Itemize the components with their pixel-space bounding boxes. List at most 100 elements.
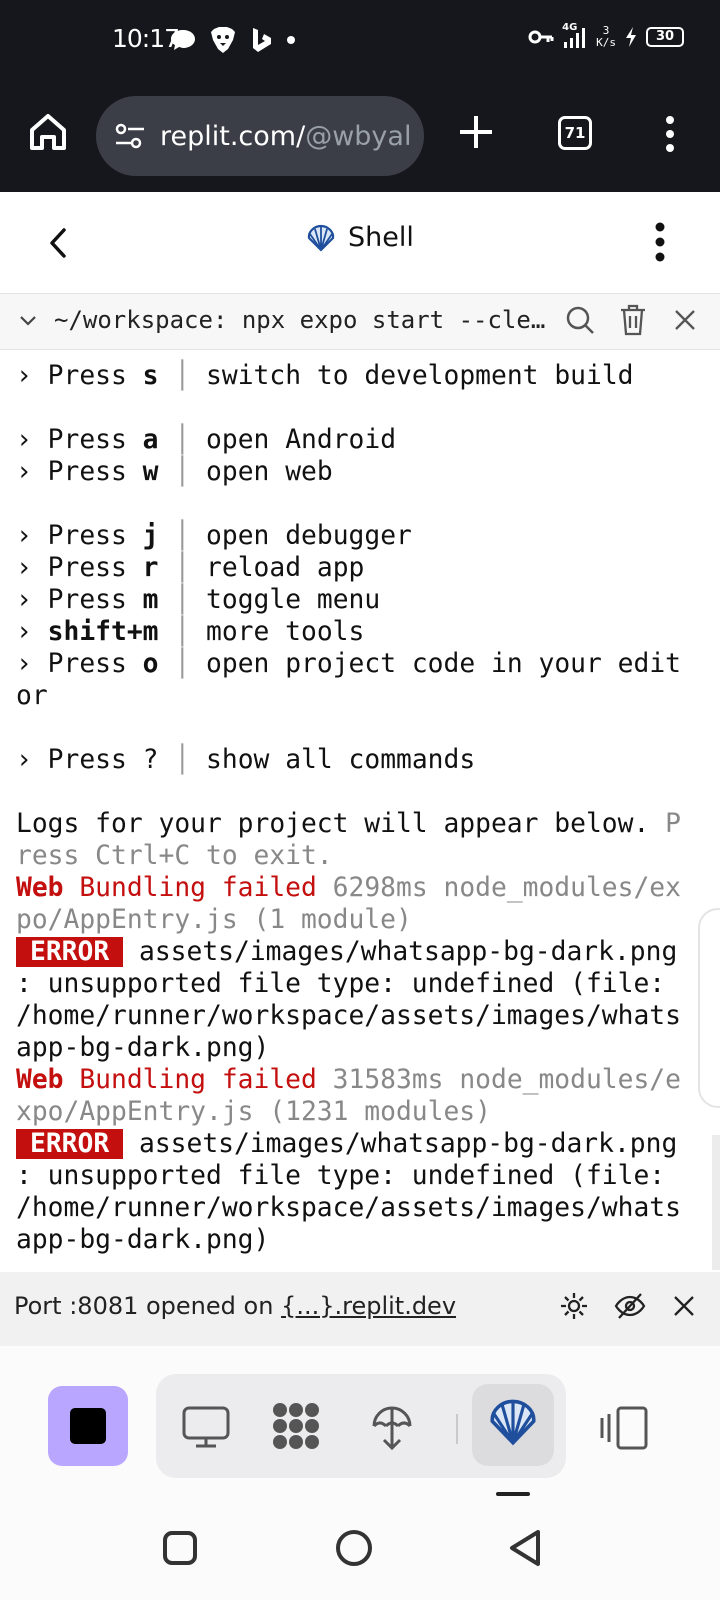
command-actions (564, 302, 700, 338)
url-path: @wbyal (305, 120, 412, 152)
bundle-status: Bundling failed (63, 873, 317, 903)
tab-switcher-button[interactable]: 71 (558, 116, 592, 150)
press-word: Press (47, 553, 143, 583)
key-hint: r (142, 553, 159, 583)
log-text: Logs for your project will appear below. (16, 809, 666, 839)
terminal-line: › Press j │ open debugger (0, 520, 720, 552)
prompt-marker: › (16, 649, 48, 679)
port-link[interactable]: {...}.replit.dev (281, 1292, 456, 1320)
status-system-icons: 4G 3 K/s 30 (528, 22, 684, 50)
gear-icon[interactable] (558, 1290, 590, 1322)
eye-off-icon[interactable] (614, 1290, 646, 1322)
separator: │ (174, 521, 191, 551)
status-notification-icons (170, 26, 296, 54)
bundle-details: 31583ms node_modules/e (316, 1065, 681, 1095)
key-hint: a (142, 425, 159, 455)
battery-icon: 30 (646, 27, 684, 47)
terminal-line: › shift+m │ more tools (0, 616, 720, 648)
terminal-line: › Press ? │ show all commands (0, 744, 720, 776)
command-description: show all commands (190, 745, 476, 775)
terminal-line: ERROR assets/images/whatsapp-bg-dark.png (0, 936, 720, 968)
charging-icon (626, 27, 636, 47)
battery-level: 30 (655, 29, 675, 44)
log-text: or (16, 681, 48, 711)
key-icon (528, 30, 554, 44)
platform-label: Web (16, 1065, 64, 1095)
bing-icon (253, 28, 271, 52)
shell-tab-active[interactable] (472, 1384, 554, 1466)
log-text: app-bg-dark.png) (16, 1033, 270, 1063)
dot-icon (287, 36, 295, 44)
net-speed: 3 K/s (596, 24, 616, 49)
command-description: open project code in your edit (190, 649, 681, 679)
terminal-line: ress Ctrl+C to exit. (0, 840, 720, 872)
terminal-line: Web Bundling failed 31583ms node_modules… (0, 1064, 720, 1096)
tab-count: 71 (564, 124, 586, 142)
recents-icon[interactable] (160, 1528, 200, 1568)
close-icon[interactable] (670, 302, 700, 338)
key-hint: o (142, 649, 159, 679)
chat-bubble-icon (171, 30, 195, 50)
panels-icon[interactable] (600, 1404, 654, 1452)
url-text: replit.com/@wbyal (160, 121, 411, 152)
apps-grid-icon[interactable] (266, 1396, 326, 1456)
separator: │ (174, 745, 191, 775)
terminal-output[interactable]: › Press s │ switch to development build ›… (0, 350, 720, 1272)
terminal-line: app-bg-dark.png) (0, 1224, 720, 1256)
command-description: switch to development build (190, 361, 634, 391)
workspace-dock (0, 1346, 720, 1496)
command-description: open web (190, 457, 333, 487)
close-icon[interactable] (670, 1292, 698, 1320)
site-settings-icon[interactable] (114, 122, 146, 150)
press-word: Press (47, 745, 143, 775)
deploy-icon[interactable] (362, 1396, 422, 1456)
home-circle-icon[interactable] (334, 1528, 374, 1568)
browser-toolbar: replit.com/@wbyal 71 (0, 80, 720, 192)
separator: │ (174, 553, 191, 583)
terminal-line: : unsupported file type: undefined (file… (0, 1160, 720, 1192)
prompt-marker: › (16, 425, 48, 455)
terminal-line: /home/runner/workspace/assets/images/wha… (0, 1192, 720, 1224)
key-hint: m (142, 585, 159, 615)
tool-group (156, 1374, 566, 1478)
terminal-line: app-bg-dark.png) (0, 1032, 720, 1064)
error-badge: ERROR (16, 1129, 124, 1159)
error-message: assets/images/whatsapp-bg-dark.png (123, 937, 678, 967)
browser-menu-icon[interactable] (660, 114, 680, 154)
scrollbar-track[interactable] (712, 1135, 720, 1270)
terminal-line: xpo/AppEntry.js (1231 modules) (0, 1096, 720, 1128)
search-icon[interactable] (564, 302, 596, 338)
shell-icon (307, 224, 335, 252)
back-triangle-icon[interactable] (506, 1528, 546, 1568)
bundle-status: Bundling failed (63, 1065, 317, 1095)
command-text: ~/workspace: npx expo start --cle… (54, 306, 546, 334)
chevron-down-icon[interactable] (18, 310, 38, 330)
command-description: toggle menu (190, 585, 381, 615)
scroll-handle[interactable] (698, 908, 720, 1108)
more-options-icon[interactable] (650, 220, 670, 264)
prompt-marker: › (16, 553, 48, 583)
log-text-dim: xpo/AppEntry.js (1231 modules) (16, 1097, 491, 1127)
stop-button[interactable] (48, 1386, 128, 1466)
dock-divider (456, 1414, 458, 1444)
system-nav-bar (0, 1496, 720, 1600)
log-text-dim: po/AppEntry.js (1 module) (16, 905, 412, 935)
trash-icon[interactable] (618, 302, 648, 338)
webview-icon[interactable] (176, 1396, 236, 1456)
url-bar[interactable]: replit.com/@wbyal (96, 96, 424, 176)
key-hint: shift+m (47, 617, 159, 647)
terminal-line: › Press a │ open Android (0, 424, 720, 456)
terminal-line: or (0, 680, 720, 712)
new-tab-icon[interactable] (456, 112, 496, 152)
home-icon[interactable] (26, 110, 70, 154)
separator: │ (174, 617, 191, 647)
page-title: Shell (306, 222, 414, 253)
command-description: open debugger (190, 521, 412, 551)
back-arrow-icon[interactable] (44, 224, 74, 262)
